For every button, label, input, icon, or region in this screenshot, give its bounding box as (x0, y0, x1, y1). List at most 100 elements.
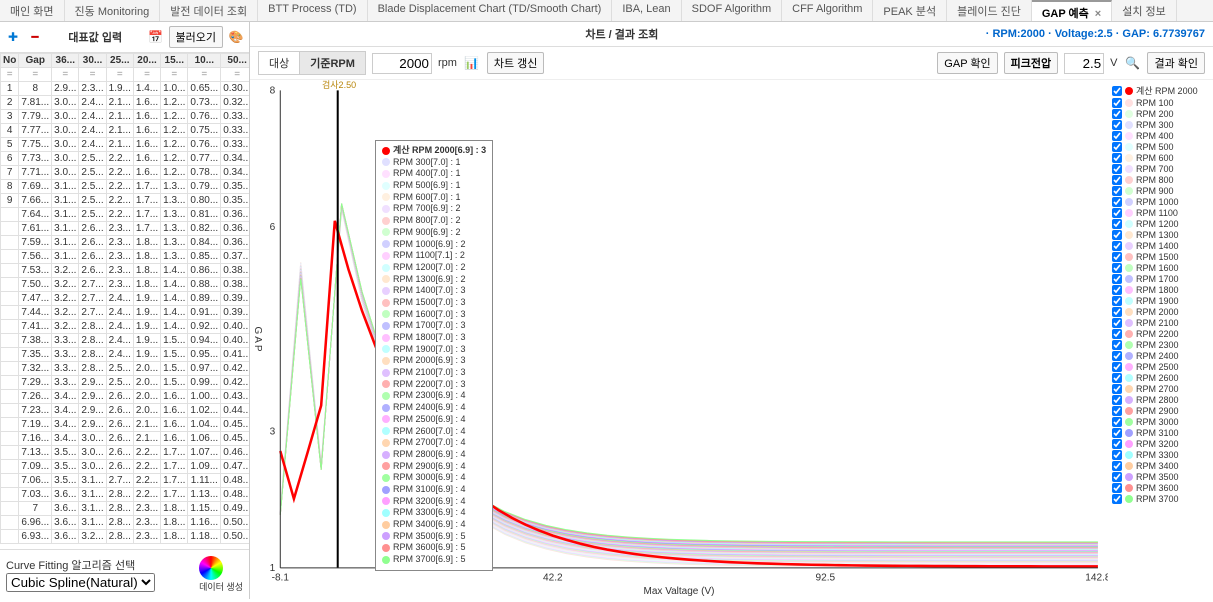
legend-checkbox[interactable] (1112, 296, 1122, 306)
legend-checkbox[interactable] (1112, 395, 1122, 405)
column-header[interactable]: No (1, 54, 19, 68)
remove-icon[interactable]: ━ (26, 28, 44, 46)
table-row[interactable]: 7.13...3.5...3.0...2.6...2.2...1.7...1.0… (1, 446, 250, 460)
legend-item[interactable]: RPM 200 (1112, 109, 1209, 119)
table-row[interactable]: 182.9...2.3...1.9...1.4...1.0...0.65...0… (1, 82, 250, 96)
legend-item[interactable]: RPM 3300 (1112, 450, 1209, 460)
legend-item[interactable]: RPM 1700 (1112, 274, 1209, 284)
legend-item[interactable]: RPM 3400 (1112, 461, 1209, 471)
legend-checkbox[interactable] (1112, 98, 1122, 108)
table-row[interactable]: 7.23...3.4...2.9...2.6...2.0...1.6...1.0… (1, 404, 250, 418)
legend-checkbox[interactable] (1112, 472, 1122, 482)
table-row[interactable]: 7.47...3.2...2.7...2.4...1.9...1.4...0.8… (1, 292, 250, 306)
color-wheel-icon[interactable] (199, 556, 223, 580)
legend-checkbox[interactable] (1112, 109, 1122, 119)
table-row[interactable]: 7.26...3.4...2.9...2.6...2.0...1.6...1.0… (1, 390, 250, 404)
column-header[interactable]: 15... (161, 54, 188, 68)
legend-checkbox[interactable] (1112, 450, 1122, 460)
table-row[interactable]: 7.59...3.1...2.6...2.3...1.8...1.3...0.8… (1, 236, 250, 250)
legend-item[interactable]: RPM 2400 (1112, 351, 1209, 361)
calendar-icon[interactable]: 📅 (147, 28, 165, 46)
legend-checkbox[interactable] (1112, 406, 1122, 416)
rpm-input[interactable] (372, 53, 432, 74)
table-row[interactable]: 6.96...3.6...3.1...2.8...2.3...1.8...1.1… (1, 516, 250, 530)
tab-gap-예측[interactable]: GAP 예측× (1032, 0, 1112, 21)
table-row[interactable]: 77.71...3.0...2.5...2.2...1.6...1.2...0.… (1, 166, 250, 180)
legend-item[interactable]: RPM 700 (1112, 164, 1209, 174)
legend-panel[interactable]: 계산 RPM 2000RPM 100RPM 200RPM 300RPM 400R… (1108, 80, 1213, 599)
table-row[interactable]: 7.61...3.1...2.6...2.3...1.7...1.3...0.8… (1, 222, 250, 236)
chart-tab-대상[interactable]: 대상 (259, 52, 300, 74)
legend-item[interactable]: RPM 3600 (1112, 483, 1209, 493)
tab-sdof-algorithm[interactable]: SDOF Algorithm (682, 0, 782, 21)
tab-설치-정보[interactable]: 설치 정보 (1112, 0, 1177, 21)
legend-item[interactable]: RPM 1500 (1112, 252, 1209, 262)
legend-item[interactable]: RPM 3000 (1112, 417, 1209, 427)
data-grid[interactable]: NoGap36...30...25...20...15...10...50...… (0, 53, 249, 549)
legend-checkbox[interactable] (1112, 131, 1122, 141)
table-row[interactable]: 7.32...3.3...2.8...2.5...2.0...1.5...0.9… (1, 362, 250, 376)
add-icon[interactable]: ✚ (4, 28, 22, 46)
legend-checkbox[interactable] (1112, 197, 1122, 207)
chart-tab-기준RPM[interactable]: 기준RPM (300, 52, 365, 74)
table-row[interactable]: 7.50...3.2...2.7...2.3...1.8...1.4...0.8… (1, 278, 250, 292)
legend-item[interactable]: 계산 RPM 2000 (1112, 84, 1209, 97)
table-row[interactable]: 7.64...3.1...2.5...2.2...1.7...1.3...0.8… (1, 208, 250, 222)
legend-checkbox[interactable] (1112, 285, 1122, 295)
chart-canvas[interactable]: GAP 검사2.50 -8.142.292.5142.81368 Max Val… (250, 80, 1108, 599)
table-row[interactable]: 7.35...3.3...2.8...2.4...1.9...1.5...0.9… (1, 348, 250, 362)
legend-checkbox[interactable] (1112, 373, 1122, 383)
legend-item[interactable]: RPM 400 (1112, 131, 1209, 141)
table-row[interactable]: 67.73...3.0...2.5...2.2...1.6...1.2...0.… (1, 152, 250, 166)
legend-item[interactable]: RPM 3100 (1112, 428, 1209, 438)
peak-voltage-button[interactable]: 피크전압 (1004, 52, 1058, 74)
legend-checkbox[interactable] (1112, 274, 1122, 284)
legend-checkbox[interactable] (1112, 494, 1122, 504)
tab-진동-monitoring[interactable]: 진동 Monitoring (65, 0, 161, 21)
legend-item[interactable]: RPM 1100 (1112, 208, 1209, 218)
table-row[interactable]: 47.77...3.0...2.4...2.1...1.6...1.2...0.… (1, 124, 250, 138)
legend-checkbox[interactable] (1112, 164, 1122, 174)
legend-item[interactable]: RPM 3500 (1112, 472, 1209, 482)
legend-item[interactable]: RPM 1000 (1112, 197, 1209, 207)
curve-fitting-select[interactable]: Cubic Spline(Natural) (6, 573, 155, 592)
legend-checkbox[interactable] (1112, 439, 1122, 449)
legend-item[interactable]: RPM 3200 (1112, 439, 1209, 449)
table-row[interactable]: 27.81...3.0...2.4...2.1...1.6...1.2...0.… (1, 96, 250, 110)
tab-iba,-lean[interactable]: IBA, Lean (612, 0, 681, 21)
legend-item[interactable]: RPM 1400 (1112, 241, 1209, 251)
legend-checkbox[interactable] (1112, 483, 1122, 493)
legend-item[interactable]: RPM 900 (1112, 186, 1209, 196)
legend-checkbox[interactable] (1112, 142, 1122, 152)
table-row[interactable]: 7.16...3.4...3.0...2.6...2.1...1.6...1.0… (1, 432, 250, 446)
legend-checkbox[interactable] (1112, 384, 1122, 394)
column-header[interactable]: 30... (79, 54, 106, 68)
legend-item[interactable]: RPM 2200 (1112, 329, 1209, 339)
legend-item[interactable]: RPM 2500 (1112, 362, 1209, 372)
legend-checkbox[interactable] (1112, 307, 1122, 317)
column-header[interactable]: 25... (106, 54, 133, 68)
legend-checkbox[interactable] (1112, 175, 1122, 185)
tab-발전-데이터-조회[interactable]: 발전 데이터 조회 (160, 0, 258, 21)
column-header[interactable]: 20... (133, 54, 160, 68)
legend-item[interactable]: RPM 1900 (1112, 296, 1209, 306)
legend-checkbox[interactable] (1112, 362, 1122, 372)
legend-checkbox[interactable] (1112, 461, 1122, 471)
chart-icon[interactable]: 📊 (463, 54, 481, 72)
table-row[interactable]: 97.66...3.1...2.5...2.2...1.7...1.3...0.… (1, 194, 250, 208)
chart-update-button[interactable]: 차트 갱신 (487, 52, 545, 74)
legend-checkbox[interactable] (1112, 263, 1122, 273)
voltage-input[interactable] (1064, 53, 1104, 74)
legend-item[interactable]: RPM 1800 (1112, 285, 1209, 295)
legend-item[interactable]: RPM 2800 (1112, 395, 1209, 405)
table-row[interactable]: 87.69...3.1...2.5...2.2...1.7...1.3...0.… (1, 180, 250, 194)
legend-checkbox[interactable] (1112, 318, 1122, 328)
legend-item[interactable]: RPM 600 (1112, 153, 1209, 163)
legend-item[interactable]: RPM 800 (1112, 175, 1209, 185)
table-row[interactable]: 7.03...3.6...3.1...2.8...2.2...1.7...1.1… (1, 488, 250, 502)
legend-item[interactable]: RPM 1600 (1112, 263, 1209, 273)
legend-checkbox[interactable] (1112, 86, 1122, 96)
table-row[interactable]: 6.93...3.6...3.2...2.8...2.3...1.8...1.1… (1, 530, 250, 544)
table-row[interactable]: 7.38...3.3...2.8...2.4...1.9...1.5...0.9… (1, 334, 250, 348)
table-row[interactable]: 7.53...3.2...2.6...2.3...1.8...1.4...0.8… (1, 264, 250, 278)
